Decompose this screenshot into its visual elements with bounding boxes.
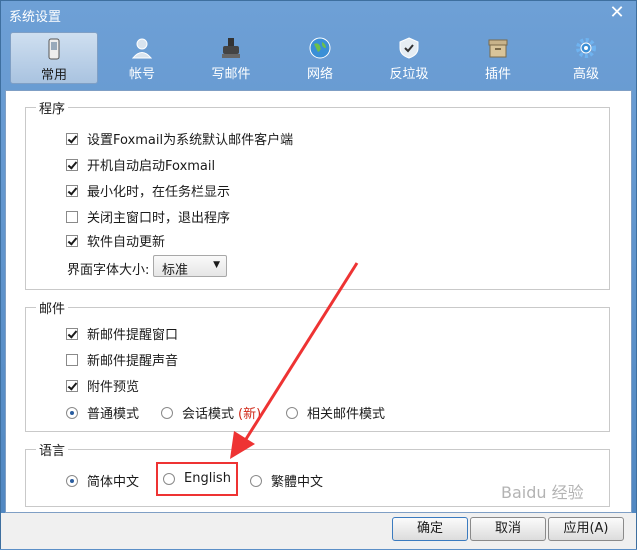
settings-window: 系统设置 ✕ 常用 帐号 写邮件 网络 反垃圾 插件 高级 程序 设置Foxma… xyxy=(0,0,637,549)
ok-button[interactable]: 确定 xyxy=(392,517,468,541)
annotation-arrow xyxy=(230,262,359,459)
watermark: Baidu 经验 xyxy=(501,483,584,502)
apply-button[interactable]: 应用(A) xyxy=(548,517,624,541)
cancel-button[interactable]: 取消 xyxy=(470,517,546,541)
